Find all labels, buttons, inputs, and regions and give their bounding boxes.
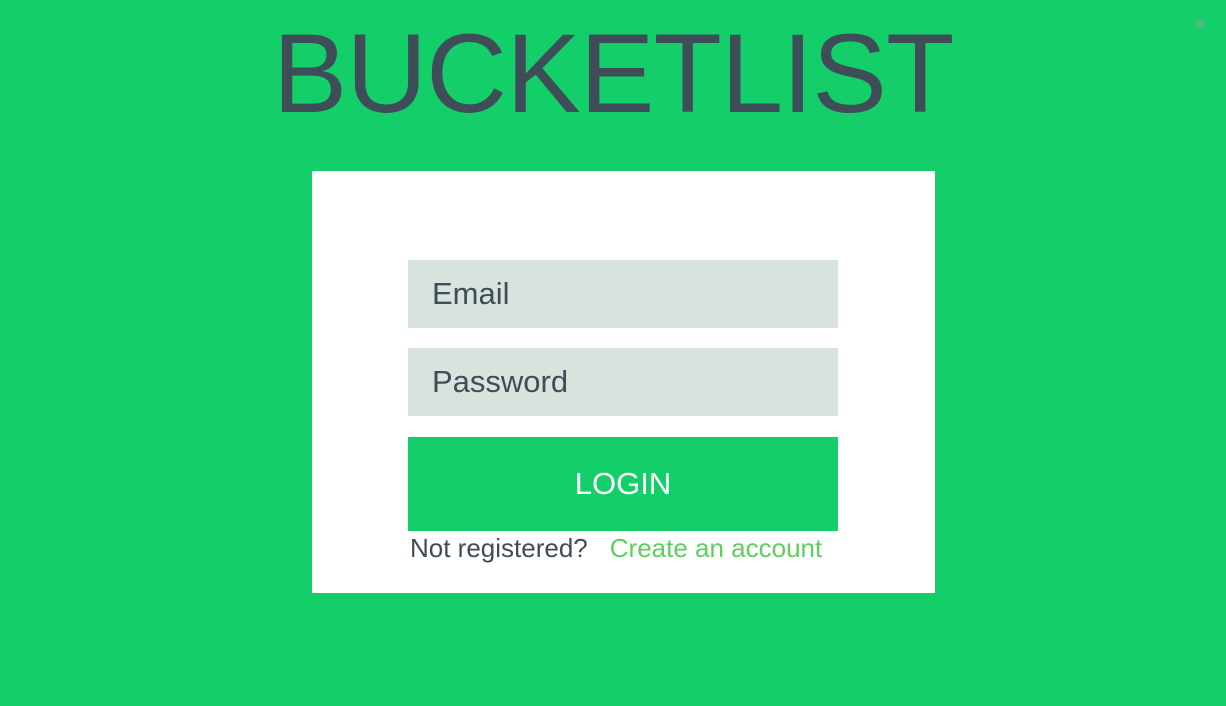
create-account-link[interactable]: Create an account	[610, 533, 822, 563]
login-card: LOGIN Not registered? Create an account	[312, 171, 935, 593]
not-registered-text: Not registered?	[410, 533, 588, 563]
settings-dot-icon[interactable]	[1196, 20, 1204, 28]
app-title: BUCKETLIST	[272, 11, 955, 136]
password-field[interactable]	[408, 348, 838, 416]
register-row: Not registered? Create an account	[410, 531, 822, 565]
email-field[interactable]	[408, 260, 838, 328]
login-button[interactable]: LOGIN	[408, 437, 838, 531]
